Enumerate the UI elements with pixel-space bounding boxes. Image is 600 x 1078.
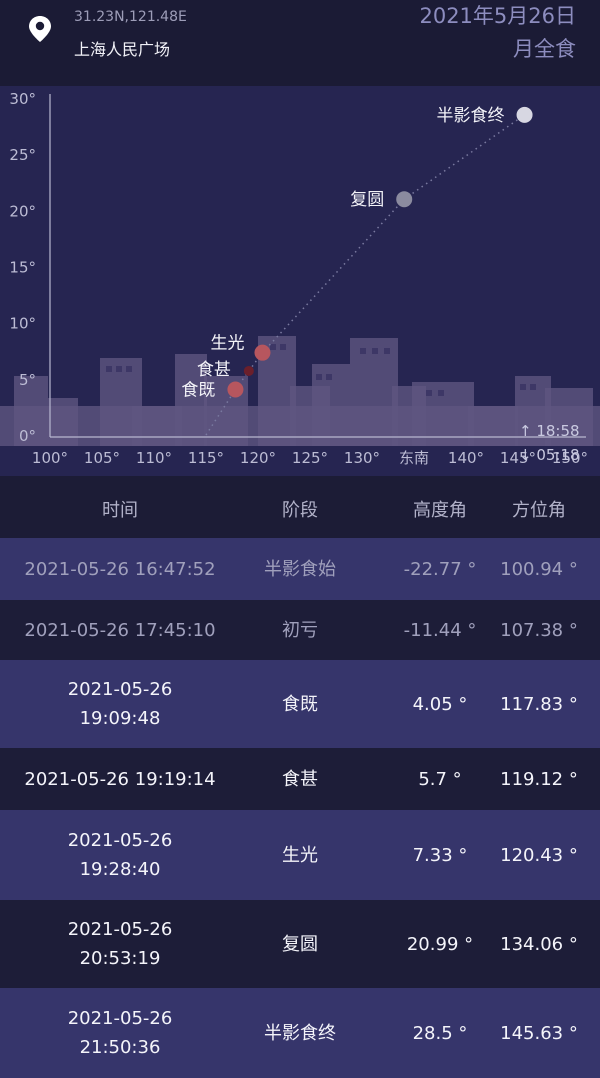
location-name[interactable]: 上海人民广场 bbox=[74, 36, 170, 60]
city-skyline bbox=[0, 336, 600, 446]
building-window bbox=[126, 366, 132, 372]
y-tick-label: 30° bbox=[9, 90, 36, 108]
time-line-2: 20:53:19 bbox=[79, 948, 161, 969]
time-line-2: 21:50:36 bbox=[79, 1037, 161, 1058]
time-line-1: 2021-05-26 bbox=[67, 919, 173, 940]
time-line-1: 2021-05-26 19:19:14 bbox=[24, 768, 216, 790]
x-tick-label: 东南 bbox=[399, 449, 429, 467]
x-tick-label: 115° bbox=[188, 449, 224, 467]
moonrise-time: ↑ 18:58 bbox=[519, 422, 580, 440]
cell-time: 2021-05-26 19:28:40 bbox=[0, 810, 240, 900]
cell-phase: 复圆 bbox=[282, 933, 318, 955]
table-row[interactable]: 2021-05-26 19:19:14 食甚 5.7 ° 119.12 ° bbox=[0, 748, 600, 810]
cell-azimuth: 120.43 ° bbox=[500, 844, 578, 866]
eclipse-point-label: 半影食终 bbox=[437, 106, 505, 126]
building-window bbox=[426, 390, 432, 396]
cell-phase: 半影食始 bbox=[264, 558, 336, 580]
building-window bbox=[520, 384, 526, 390]
cell-azimuth: 117.83 ° bbox=[500, 693, 578, 715]
header-azimuth: 方位角 bbox=[512, 500, 566, 521]
eclipse-point-label: 复圆 bbox=[350, 190, 384, 210]
eclipse-point-label: 生光 bbox=[210, 334, 244, 354]
building-window bbox=[360, 348, 366, 354]
x-tick-label: 125° bbox=[292, 449, 328, 467]
building-window bbox=[384, 348, 390, 354]
y-tick-label: 15° bbox=[9, 259, 36, 277]
cell-phase: 半影食终 bbox=[264, 1022, 336, 1044]
header: 31.23N,121.48E 上海人民广场 2021年5月26日 月全食 bbox=[0, 0, 600, 86]
eclipse-point-半影食终[interactable] bbox=[516, 106, 533, 123]
time-line-1: 2021-05-26 bbox=[67, 679, 173, 700]
moon-times: ↑ 18:58 ↓ 05:18 bbox=[519, 419, 580, 467]
x-tick-label: 110° bbox=[136, 449, 172, 467]
eclipse-point-label: 食甚 bbox=[197, 360, 231, 380]
x-tick-label: 105° bbox=[84, 449, 120, 467]
table-row[interactable]: 2021-05-26 21:50:36 半影食终 28.5 ° 145.63 ° bbox=[0, 988, 600, 1078]
cell-time: 2021-05-26 21:50:36 bbox=[0, 988, 240, 1078]
x-tick-label: 120° bbox=[240, 449, 276, 467]
y-tick-label: 0° bbox=[19, 427, 36, 445]
time-line-1: 2021-05-26 17:45:10 bbox=[24, 619, 216, 641]
building-window bbox=[438, 390, 444, 396]
cell-azimuth: 119.12 ° bbox=[500, 768, 578, 790]
time-line-2: 19:09:48 bbox=[79, 708, 161, 729]
cell-time: 2021-05-26 19:19:14 bbox=[0, 748, 240, 810]
building-window bbox=[326, 374, 332, 380]
building-window bbox=[106, 366, 112, 372]
building-window bbox=[530, 384, 536, 390]
table-header: 时间 阶段 高度角 方位角 bbox=[0, 476, 600, 538]
y-tick-label: 10° bbox=[9, 315, 36, 333]
cell-time: 2021-05-26 19:09:48 bbox=[0, 660, 240, 748]
eclipse-date: 2021年5月26日 bbox=[419, 4, 576, 28]
table-row[interactable]: 2021-05-26 16:47:52 半影食始 -22.77 ° 100.94 ° bbox=[0, 538, 600, 600]
cell-azimuth: 134.06 ° bbox=[500, 933, 578, 955]
cell-azimuth: 145.63 ° bbox=[500, 1022, 578, 1044]
eclipse-type: 月全食 bbox=[513, 37, 576, 61]
cell-time: 2021-05-26 16:47:52 bbox=[0, 538, 240, 600]
table-row[interactable]: 2021-05-26 17:45:10 初亏 -11.44 ° 107.38 ° bbox=[0, 600, 600, 660]
cell-azimuth: 107.38 ° bbox=[500, 619, 578, 641]
building-window bbox=[280, 344, 286, 350]
table-row[interactable]: 2021-05-26 19:09:48 食既 4.05 ° 117.83 ° bbox=[0, 660, 600, 748]
eclipse-point-生光[interactable] bbox=[254, 344, 271, 361]
cell-phase: 食甚 bbox=[282, 768, 318, 790]
building-window bbox=[372, 348, 378, 354]
building-window bbox=[316, 374, 322, 380]
table-row[interactable]: 2021-05-26 19:28:40 生光 7.33 ° 120.43 ° bbox=[0, 810, 600, 900]
y-tick-label: 20° bbox=[9, 202, 36, 220]
eclipse-point-食既[interactable] bbox=[227, 381, 244, 398]
location-coordinates: 31.23N,121.48E bbox=[74, 9, 187, 25]
eclipse-point-复圆[interactable] bbox=[396, 191, 413, 208]
eclipse-point-label: 食既 bbox=[181, 381, 215, 401]
x-tick-label: 140° bbox=[448, 449, 484, 467]
skyline-building bbox=[0, 406, 600, 446]
table-row[interactable]: 2021-05-26 20:53:19 复圆 20.99 ° 134.06 ° bbox=[0, 900, 600, 988]
cell-azimuth: 100.94 ° bbox=[500, 558, 578, 580]
eclipse-chart: 0° 5° 10° 15° 20° 25° 30° 100° 105° 110° 115° 120° 1… bbox=[0, 86, 600, 476]
cell-time: 2021-05-26 20:53:19 bbox=[0, 900, 240, 988]
x-tick-label: 130° bbox=[344, 449, 380, 467]
time-line-1: 2021-05-26 bbox=[67, 830, 173, 851]
time-line-1: 2021-05-26 16:47:52 bbox=[24, 558, 216, 580]
moonset-time: ↓ 05:18 bbox=[519, 446, 580, 464]
building-window bbox=[116, 366, 122, 372]
cell-phase: 初亏 bbox=[282, 619, 318, 641]
altitude-azimuth-chart: 0° 5° 10° 15° 20° 25° 30° 100° 105° 110° 115° 120° 1… bbox=[0, 90, 600, 467]
y-tick-label: 25° bbox=[9, 146, 36, 164]
cell-phase: 食既 bbox=[282, 693, 318, 715]
map-pin-icon[interactable] bbox=[26, 14, 54, 44]
header-time: 时间 bbox=[102, 500, 138, 521]
eclipse-point-食甚[interactable] bbox=[243, 365, 254, 376]
time-line-2: 19:28:40 bbox=[79, 859, 161, 880]
header-phase: 阶段 bbox=[282, 500, 318, 521]
building-window bbox=[270, 344, 276, 350]
time-line-1: 2021-05-26 bbox=[67, 1008, 173, 1029]
cell-time: 2021-05-26 17:45:10 bbox=[0, 600, 240, 660]
cell-phase: 生光 bbox=[282, 844, 318, 866]
y-tick-label: 5° bbox=[19, 371, 36, 389]
x-tick-label: 100° bbox=[32, 449, 68, 467]
